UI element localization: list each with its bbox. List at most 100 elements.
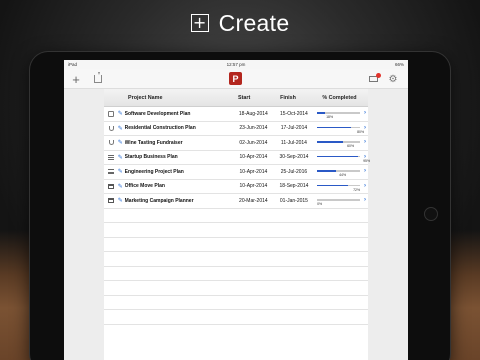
document-icon [108,110,115,117]
create-title: Create [218,9,290,36]
chevron-right-icon[interactable]: › [364,110,366,116]
create-headline: + Create [0,8,480,38]
calendar-icon [108,198,115,204]
pencil-icon[interactable]: ✎ [116,154,125,161]
start-date: 20-Mar-2014 [239,197,268,204]
header-percent[interactable]: % Completed [311,95,368,101]
row-type-cell [107,140,116,146]
empty-row [104,281,368,296]
table-row[interactable]: ✎ Engineering Project Plan 10-Apr-2014 25-J… [104,165,368,180]
progress-bar [317,141,360,143]
header-project-name[interactable]: Project Name [104,95,223,101]
start-date: 10-Apr-2014 [239,154,268,161]
project-name[interactable]: Startup Business Plan [125,154,234,160]
list-icon [108,154,115,160]
status-battery: 66% [394,62,404,67]
progress-fill [317,112,325,114]
status-bar: iPad 12:57 pm 66% [64,60,408,69]
start-date: 10-Apr-2014 [239,168,268,175]
status-time: 12:57 pm [226,62,246,67]
table-body: ✎ Software Development Plan 18-Aug-2014 15-… [104,107,370,325]
table-row[interactable]: ✎ Marketing Campaign Planner 20-Mar-2014 01… [104,194,368,209]
pencil-icon[interactable]: ✎ [116,110,125,117]
progress-cell: 80% › [315,122,368,136]
pencil-icon[interactable]: ✎ [116,197,125,204]
progress-label: 18% [326,115,334,119]
progress-label: 72% [353,187,361,192]
gear-icon[interactable]: ⚙ [386,72,400,86]
pencil-icon[interactable]: ✎ [116,125,125,132]
start-date: 18-Aug-2014 [238,110,268,117]
pencil-icon[interactable]: ✎ [116,139,125,146]
row-type-cell [107,183,116,189]
cup-icon [108,125,114,131]
chevron-right-icon[interactable]: › [364,183,366,189]
progress-bar [317,199,360,201]
header-finish[interactable]: Finish [265,95,311,101]
progress-fill [317,126,352,128]
right-gutter [368,89,408,360]
create-plus-icon: + [190,14,209,32]
plus-icon[interactable]: + [69,72,83,87]
table-row[interactable]: ✎ Software Development Plan 18-Aug-2014 15-… [104,107,368,122]
progress-bar [317,155,360,157]
finish-date: 25-Jul-2016 [280,168,308,175]
start-date: 10-Apr-2014 [239,183,268,190]
chevron-right-icon[interactable]: › [364,154,366,160]
row-type-cell [107,110,116,117]
row-type-cell [107,125,116,131]
pencil-icon[interactable]: ✎ [116,183,125,190]
chevron-right-icon[interactable]: › [364,139,366,145]
status-carrier: iPad [68,62,78,67]
import-icon[interactable] [91,72,105,86]
row-type-cell [107,154,116,160]
project-name[interactable]: Marketing Campaign Planner [125,198,234,204]
table-row[interactable]: ✎ Residential Construction Plan 23-Jun-201… [104,122,368,136]
start-date: 23-Jun-2014 [239,125,268,132]
table-row[interactable]: ✎ Office Move Plan 10-Apr-2014 18-Sep-2014 7… [104,180,368,194]
home-button[interactable] [424,207,438,221]
header-start[interactable]: Start [223,95,265,101]
progress-label: 44% [339,173,347,177]
project-name[interactable]: Residential Construction Plan [125,125,234,131]
empty-row [104,209,368,223]
app-logo: P [229,72,242,85]
chevron-right-icon[interactable]: › [364,197,366,203]
empty-row [104,267,368,281]
table-header: Project Name Start Finish % Completed [104,89,368,107]
project-name[interactable]: Software Development Plan [125,111,234,117]
project-name[interactable]: Office Move Plan [125,183,234,189]
cup-icon [108,140,114,146]
progress-cell: 95% › [315,151,370,165]
progress-fill [317,184,348,186]
chevron-right-icon[interactable]: › [364,168,366,174]
project-name[interactable]: Wine Tasting Fundraiser [125,140,234,146]
progress-fill [317,155,358,157]
progress-fill [317,170,336,172]
left-gutter [64,89,104,360]
chevron-right-icon[interactable]: › [364,125,366,131]
finish-date: 15-Oct-2014 [280,110,308,117]
toolbar: + P ⚙ [64,69,408,89]
progress-cell: 60% › [315,136,368,150]
empty-row [104,252,368,267]
project-name[interactable]: Engineering Project Plan [125,169,234,175]
empty-row [104,238,368,252]
pencil-icon[interactable]: ✎ [116,168,125,175]
progress-cell: 18% › [315,107,368,121]
finish-date: 30-Sep-2014 [279,154,309,161]
progress-bar [317,112,360,114]
row-type-cell [107,169,116,175]
progress-cell: 0% › [315,194,368,208]
row-type-cell [107,198,116,204]
app-screen: iPad 12:57 pm 66% + P ⚙ Project Name Sta… [64,60,408,360]
table-row[interactable]: ✎ Startup Business Plan 10-Apr-2014 30-Sep-… [104,151,370,165]
table-row[interactable]: ✎ Wine Tasting Fundraiser 02-Jun-2014 11-Ju… [104,136,368,151]
empty-row [104,310,368,325]
progress-fill [317,141,343,143]
finish-date: 01-Jan-2015 [279,197,308,204]
start-date: 02-Jun-2014 [239,139,268,146]
progress-cell: 72% › [315,180,368,194]
mail-icon[interactable] [366,72,381,86]
ipad-frame: iPad 12:57 pm 66% + P ⚙ Project Name Sta… [30,52,450,360]
